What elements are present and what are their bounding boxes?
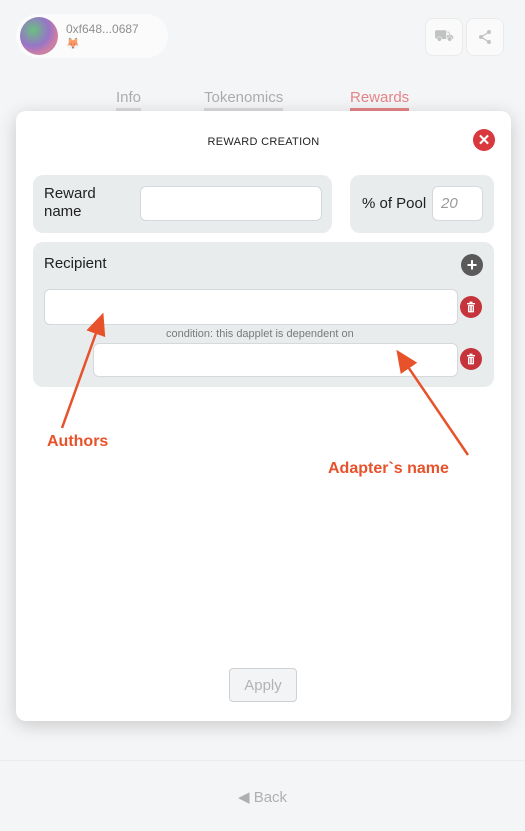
authors-arrow <box>60 312 106 429</box>
annotation-arrows <box>60 312 470 456</box>
authors-annotation: Authors <box>47 433 109 450</box>
adapter-arrow <box>396 349 470 456</box>
adapter-name-annotation: Adapter`s name <box>328 460 449 477</box>
